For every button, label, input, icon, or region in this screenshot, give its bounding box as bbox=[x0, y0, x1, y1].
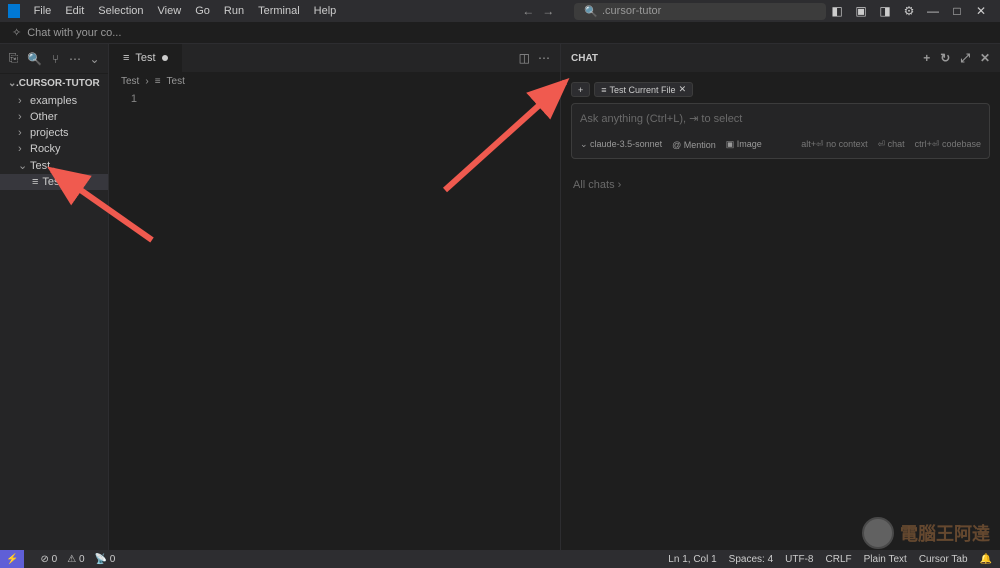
close-icon[interactable]: ✕ bbox=[970, 1, 992, 21]
info-icon: ✧ bbox=[12, 26, 21, 39]
menu-help[interactable]: Help bbox=[308, 3, 343, 19]
settings-icon[interactable]: ⚙ bbox=[898, 1, 920, 21]
folder-rocky[interactable]: ›Rocky bbox=[0, 141, 108, 157]
model-selector[interactable]: ⌄ claude-3.5-sonnet bbox=[580, 139, 662, 150]
editor-content[interactable] bbox=[149, 91, 560, 550]
explorer-root[interactable]: ⌄ .CURSOR-TUTOR bbox=[0, 74, 108, 93]
breadcrumb[interactable]: Test › ≡ Test bbox=[109, 72, 560, 91]
chevron-right-icon: › bbox=[18, 143, 26, 155]
folder-test[interactable]: ⌄Test bbox=[0, 157, 108, 174]
search-panel-icon[interactable]: 🔍 bbox=[27, 51, 42, 67]
more-icon[interactable]: ⋯ bbox=[69, 51, 81, 67]
tab-test[interactable]: ≡ Test bbox=[109, 44, 183, 72]
chat-title: CHAT bbox=[571, 53, 598, 64]
status-cursor-tab[interactable]: Cursor Tab bbox=[919, 554, 968, 565]
nav-back-icon[interactable]: ← bbox=[522, 4, 534, 18]
status-cursor-pos[interactable]: Ln 1, Col 1 bbox=[668, 554, 716, 565]
status-warnings[interactable]: ⚠ 0 bbox=[67, 554, 84, 565]
tab-label: Test bbox=[135, 52, 155, 64]
new-chat-icon[interactable]: + bbox=[923, 51, 930, 66]
mention-button[interactable]: @ Mention bbox=[672, 140, 716, 150]
menu-go[interactable]: Go bbox=[189, 3, 216, 19]
file-icon: ≡ bbox=[601, 85, 606, 95]
remove-chip-icon[interactable]: ✕ bbox=[679, 84, 687, 95]
layout-panel-icon[interactable]: ▣ bbox=[850, 1, 872, 21]
folder-projects[interactable]: ›projects bbox=[0, 125, 108, 141]
status-errors[interactable]: ⊘ 0 bbox=[40, 554, 57, 565]
add-context-button[interactable]: + bbox=[571, 82, 590, 97]
close-chat-icon[interactable]: ✕ bbox=[980, 51, 990, 66]
file-icon: ≡ bbox=[123, 52, 129, 64]
file-icon: ≡ bbox=[155, 76, 161, 87]
chevron-right-icon: › bbox=[18, 111, 26, 123]
menu-file[interactable]: File bbox=[28, 3, 58, 19]
status-bell-icon[interactable]: 🔔 bbox=[980, 554, 992, 565]
status-indent[interactable]: Spaces: 4 bbox=[729, 554, 773, 565]
chat-input[interactable]: Ask anything (Ctrl+L), ⇥ to select ⌄ cla… bbox=[571, 103, 990, 159]
menu-edit[interactable]: Edit bbox=[59, 3, 90, 19]
split-editor-icon[interactable]: ◫ bbox=[519, 51, 530, 65]
file-test[interactable]: ≡Test bbox=[0, 174, 108, 190]
folder-other[interactable]: ›Other bbox=[0, 109, 108, 125]
command-center[interactable]: 🔍 .cursor-tutor bbox=[574, 3, 826, 20]
layout-primary-icon[interactable]: ◧ bbox=[826, 1, 848, 21]
chevron-down-icon[interactable]: ⌄ bbox=[89, 51, 100, 67]
status-ports[interactable]: 📡 0 bbox=[95, 554, 116, 565]
hint-chat: ⏎ chat bbox=[878, 139, 905, 150]
minimize-icon[interactable]: — bbox=[922, 1, 944, 21]
source-control-icon[interactable]: ⑂ bbox=[50, 51, 61, 67]
chevron-right-icon: › bbox=[18, 127, 26, 139]
menu-bar: File Edit Selection View Go Run Terminal… bbox=[28, 3, 343, 19]
remote-button[interactable]: ⚡ bbox=[0, 550, 24, 568]
app-logo bbox=[8, 4, 20, 18]
menu-terminal[interactable]: Terminal bbox=[252, 3, 306, 19]
context-chip-file[interactable]: ≡ Test Current File ✕ bbox=[594, 82, 693, 97]
menu-selection[interactable]: Selection bbox=[92, 3, 149, 19]
status-language[interactable]: Plain Text bbox=[864, 554, 907, 565]
search-text: .cursor-tutor bbox=[602, 5, 661, 17]
history-icon[interactable]: ↻ bbox=[940, 51, 950, 66]
explorer-icon[interactable]: ⎘ bbox=[8, 51, 19, 67]
root-label: .CURSOR-TUTOR bbox=[16, 78, 100, 89]
status-eol[interactable]: CRLF bbox=[826, 554, 852, 565]
hint-nocontext: alt+⏎ no context bbox=[801, 139, 867, 150]
maximize-icon[interactable]: □ bbox=[946, 1, 968, 21]
chat-placeholder: Ask anything (Ctrl+L), ⇥ to select bbox=[580, 112, 981, 125]
banner-text: Chat with your co... bbox=[27, 27, 121, 39]
line-gutter: 1 bbox=[109, 91, 149, 550]
watermark: 電腦王阿達 bbox=[862, 517, 990, 549]
chevron-right-icon: › bbox=[18, 95, 26, 107]
image-button[interactable]: ▣ Image bbox=[726, 139, 762, 150]
modified-dot-icon bbox=[162, 55, 168, 61]
more-actions-icon[interactable]: ⋯ bbox=[538, 51, 550, 65]
chevron-right-icon: › bbox=[618, 179, 622, 191]
layout-secondary-icon[interactable]: ◨ bbox=[874, 1, 896, 21]
status-encoding[interactable]: UTF-8 bbox=[785, 554, 813, 565]
all-chats-link[interactable]: All chats › bbox=[561, 169, 1000, 201]
hint-codebase: ctrl+⏎ codebase bbox=[915, 139, 981, 150]
file-icon: ≡ bbox=[32, 176, 38, 188]
menu-view[interactable]: View bbox=[152, 3, 188, 19]
folder-examples[interactable]: ›examples bbox=[0, 93, 108, 109]
chevron-down-icon: ⌄ bbox=[18, 159, 26, 172]
search-icon: 🔍 bbox=[584, 5, 598, 18]
expand-icon[interactable]: ⤢ bbox=[960, 51, 970, 66]
chevron-down-icon: ⌄ bbox=[8, 78, 16, 89]
menu-run[interactable]: Run bbox=[218, 3, 250, 19]
chevron-right-icon: › bbox=[145, 76, 148, 87]
nav-forward-icon[interactable]: → bbox=[542, 4, 554, 18]
